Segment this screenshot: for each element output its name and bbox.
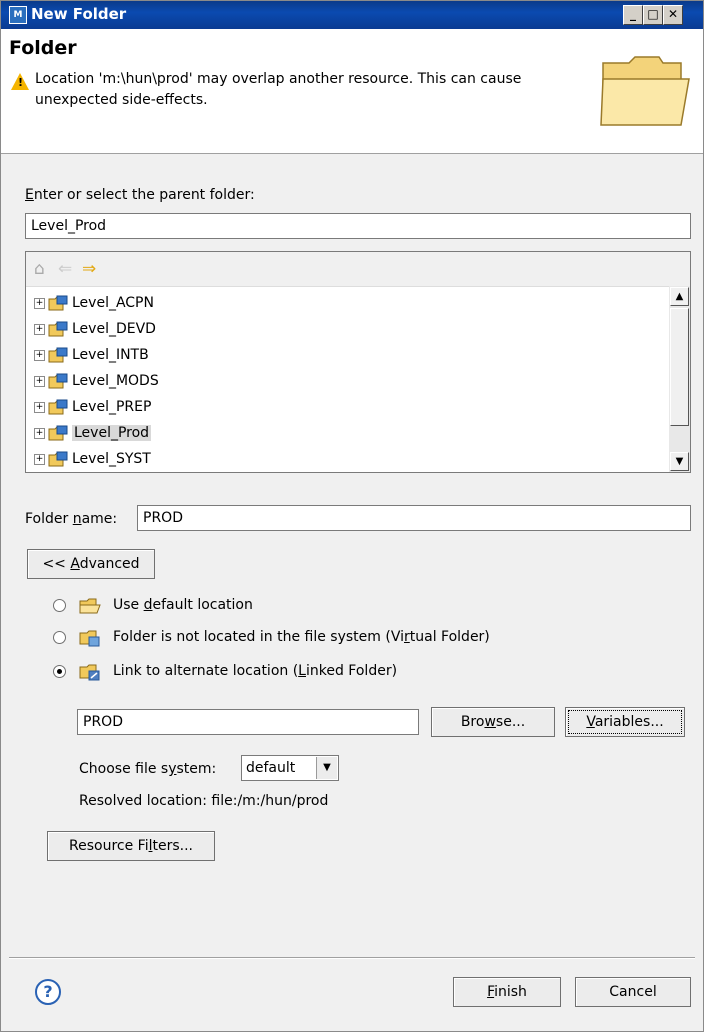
project-folder-icon [48,321,68,336]
tree-item[interactable]: + Level_SYST [34,446,151,472]
tree-item-selected[interactable]: + Level_Prod [34,420,152,446]
parent-folder-label: Enter or select the parent folder: [25,187,255,203]
wizard-header: Folder ! Location 'm:\hun\prod' may over… [1,29,703,154]
expand-icon[interactable]: + [34,401,45,413]
folder-name-label: Folder name: [25,511,118,527]
maximize-button[interactable]: □ [643,5,663,25]
expand-icon[interactable]: + [34,323,45,335]
minimize-button[interactable]: _ [623,5,643,25]
parent-folder-tree[interactable]: ⌂ ⇐ ⇒ + Level_ACPN + Level_DEVD + Level_INT… [25,251,691,473]
back-arrow-icon[interactable]: ⇐ [58,259,72,279]
new-folder-dialog: M New Folder _ □ ✕ Folder ! Location 'm:… [0,0,704,1032]
tree-scrollbar[interactable]: ▲ ▼ [669,286,690,472]
file-system-select[interactable]: default ▼ [241,755,339,781]
expand-icon[interactable]: + [34,453,45,465]
virtual-folder-label[interactable]: Folder is not located in the file system… [113,629,490,645]
close-button[interactable]: ✕ [663,5,683,25]
linked-folder-radio[interactable] [53,665,66,678]
variables-button[interactable]: Variables... [565,707,685,737]
tree-item[interactable]: + Level_DEVD [34,316,156,342]
window-title: New Folder [31,5,127,23]
expand-icon[interactable]: + [34,375,45,387]
tree-item[interactable]: + Level_MODS [34,368,159,394]
radio-selected-dot [57,669,62,674]
expand-icon[interactable]: + [34,349,45,361]
location-input[interactable]: PROD [77,709,419,735]
project-folder-icon [48,295,68,310]
tree-nav-bar: ⌂ ⇐ ⇒ [26,252,690,287]
resource-filters-button[interactable]: Resource Filters... [47,831,215,861]
scroll-up-icon[interactable]: ▲ [670,287,689,306]
use-default-location-label[interactable]: Use default location [113,597,253,613]
advanced-button[interactable]: << Advanced [27,549,155,579]
footer-separator [9,957,695,959]
tree-item[interactable]: + Level_ACPN [34,290,154,316]
resolved-location: Resolved location: file:/m:/hun/prod [79,793,329,809]
folder-banner-icon [600,56,690,126]
title-bar[interactable]: M New Folder _ □ ✕ [1,1,703,29]
finish-button[interactable]: Finish [453,977,561,1007]
expand-icon[interactable]: + [34,297,45,309]
tree-item[interactable]: + Level_PREP [34,394,151,420]
project-folder-icon [48,347,68,362]
parent-folder-input[interactable]: Level_Prod [25,213,691,239]
project-folder-icon [48,425,68,440]
tree-item[interactable]: + Level_INTB [34,342,149,368]
scroll-thumb[interactable] [670,308,689,426]
chevron-down-icon[interactable]: ▼ [316,757,337,779]
scroll-down-icon[interactable]: ▼ [670,452,689,471]
virtual-folder-radio[interactable] [53,631,66,644]
expand-icon[interactable]: + [34,427,45,439]
warning-message: Location 'm:\hun\prod' may overlap anoth… [35,71,522,108]
eclipse-icon: M [9,6,27,24]
project-folder-icon [48,373,68,388]
linked-folder-icon [79,664,100,681]
help-icon[interactable]: ? [35,979,61,1005]
folder-icon [79,598,101,614]
use-default-location-radio[interactable] [53,599,66,612]
virtual-folder-icon [79,630,100,647]
linked-folder-label[interactable]: Link to alternate location (Linked Folde… [113,663,397,679]
home-icon[interactable]: ⌂ [34,259,45,279]
project-folder-icon [48,451,68,466]
cancel-button[interactable]: Cancel [575,977,691,1007]
page-title: Folder [9,37,77,59]
forward-arrow-icon[interactable]: ⇒ [82,259,96,279]
folder-name-input[interactable]: PROD [137,505,691,531]
browse-button[interactable]: Browse... [431,707,555,737]
project-folder-icon [48,399,68,414]
file-system-label: Choose file system: [79,761,217,777]
